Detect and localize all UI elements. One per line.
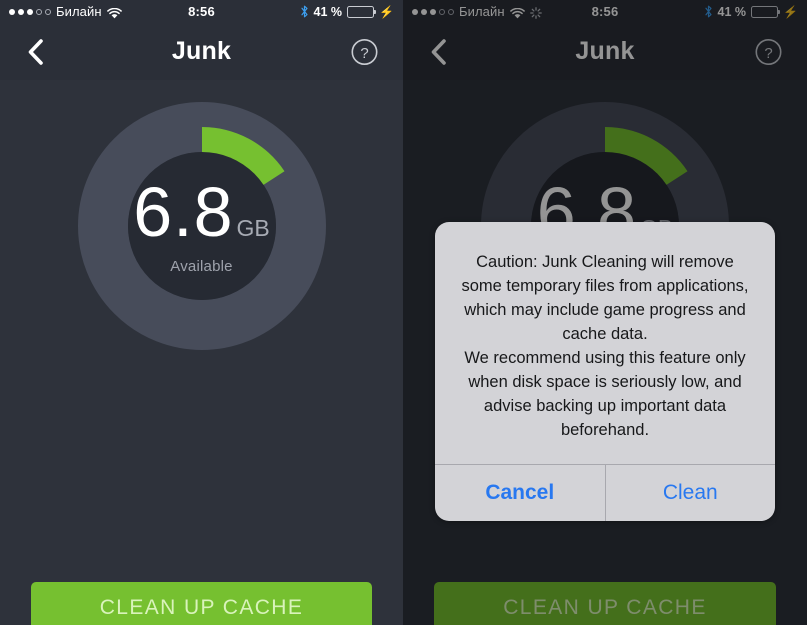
svg-text:?: ? [764,44,772,61]
dialog-cancel-button[interactable]: Cancel [435,465,605,521]
status-bar: Билайн 8:56 41 % ⚡ [403,0,807,23]
status-bar-right: 41 % ⚡ [704,5,798,19]
help-button[interactable]: ? [755,38,782,65]
battery-percent-label: 41 % [717,4,747,19]
lightning-bolt-icon: ⚡ [379,4,394,19]
clean-up-cache-button[interactable]: CLEAN UP CACHE [31,582,372,625]
screen-content: 6.8 GB Available CLEAN UP CACHE [0,80,403,625]
clean-up-cache-button[interactable]: CLEAN UP CACHE [434,582,776,625]
dual-screenshot-container: Билайн 8:56 41 % ⚡ Junk ? 6.8 GB Availab… [0,0,807,625]
chevron-left-icon [28,38,43,65]
question-mark-circle-icon: ? [755,38,782,65]
bluetooth-icon [704,5,713,18]
junk-cleaning-confirm-dialog: Caution: Junk Cleaning will remove some … [435,222,775,521]
clean-up-cache-label: CLEAN UP CACHE [99,596,304,619]
dialog-message: Caution: Junk Cleaning will remove some … [461,253,749,439]
status-bar: Билайн 8:56 41 % ⚡ [0,0,403,23]
activity-spinner-icon [529,6,542,19]
navigation-bar: Junk ? [0,23,403,80]
dialog-clean-button[interactable]: Clean [604,465,776,521]
storage-donut-chart: 6.8 GB Available [77,102,326,350]
wifi-icon [106,6,122,19]
carrier-name: Билайн [459,4,505,19]
back-button[interactable] [425,35,451,69]
carrier-name: Билайн [56,4,102,19]
lightning-bolt-icon: ⚡ [783,4,798,19]
signal-strength-dots-icon [9,8,51,15]
donut-svg [77,102,326,350]
phone-screen-left: Билайн 8:56 41 % ⚡ Junk ? 6.8 GB Availab… [0,0,403,625]
status-bar-left: Билайн [9,4,122,19]
battery-icon [751,5,781,18]
wifi-icon [509,6,525,19]
signal-strength-dots-icon [412,8,454,15]
page-title: Junk [171,37,232,65]
battery-percent-label: 41 % [313,4,343,19]
svg-text:?: ? [360,44,368,61]
bluetooth-icon [300,5,309,18]
dialog-actions: Cancel Clean [435,464,775,521]
status-bar-right: 41 % ⚡ [300,5,394,19]
back-button[interactable] [22,35,48,69]
battery-icon [347,5,377,18]
help-button[interactable]: ? [351,38,378,65]
page-title: Junk [575,37,635,65]
phone-screen-right: Билайн 8:56 41 % ⚡ Junk ? 6.8 CLEAN UP C… [403,0,807,625]
navigation-bar: Junk ? [403,23,807,80]
clean-up-cache-label: CLEAN UP CACHE [503,596,707,619]
chevron-left-icon [431,38,446,65]
question-mark-circle-icon: ? [351,38,378,65]
status-bar-left: Билайн [412,4,542,19]
